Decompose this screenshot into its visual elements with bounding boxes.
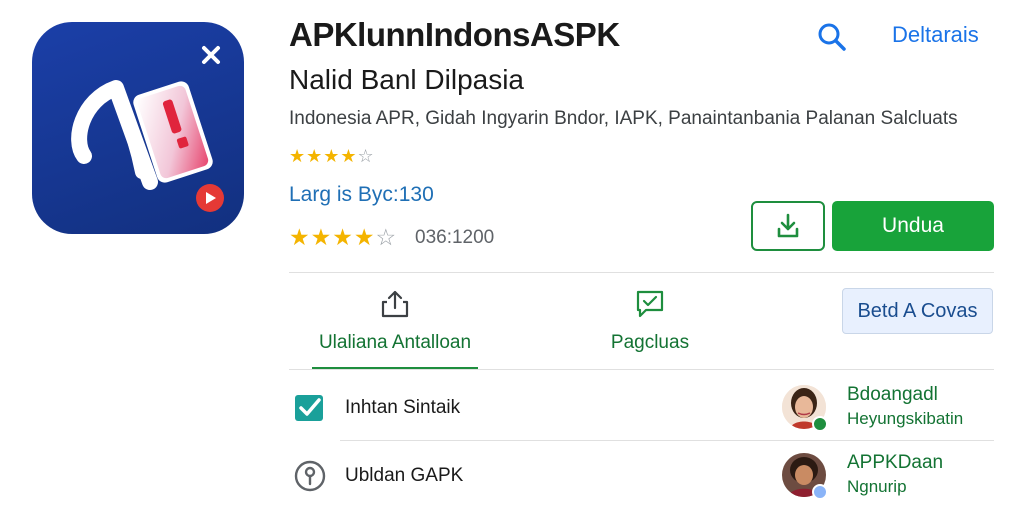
download-icon — [777, 213, 799, 238]
install-button[interactable]: Undua — [832, 201, 994, 251]
tab-share[interactable]: Ulaliana Antalloan — [312, 286, 478, 370]
rating-stars-empty: ☆ — [357, 146, 375, 166]
user-name: Bdoangadl — [847, 384, 938, 405]
checkbox-checked-icon — [293, 391, 327, 425]
status-badge-icon — [812, 484, 828, 500]
side-action-button[interactable]: Betd A Covas — [842, 288, 993, 334]
rating-stars-top: ★★★★☆ — [289, 146, 375, 167]
user-name: APPKDaan — [847, 452, 944, 473]
download-button[interactable] — [751, 201, 825, 251]
rating-stars-bottom: ★★★★☆ — [289, 224, 397, 251]
review-count: 036:1200 — [415, 227, 495, 248]
app-title: APKlunnIndonsASPK — [289, 16, 620, 53]
info-circle-icon — [293, 459, 327, 493]
tab-messages-label: Pagcluas — [610, 332, 690, 353]
share-icon — [379, 286, 411, 322]
search-icon[interactable] — [815, 20, 849, 54]
divider — [340, 440, 994, 441]
user-subtitle: Ngnurip — [847, 477, 907, 496]
app-logo-icon — [32, 22, 244, 234]
user-subtitle: Heyungskibatin — [847, 409, 964, 428]
divider — [289, 272, 994, 273]
tab-messages[interactable]: Pagcluas — [600, 286, 700, 370]
details-link[interactable]: Deltarais — [892, 22, 979, 48]
rating-stars-filled: ★★★★ — [289, 224, 376, 250]
list-item[interactable]: Inhtan Sintaik Bdoangadl Heyungskibatin — [289, 374, 994, 440]
category-line: Indonesia APR, Gidah Ingyarin Bndor, IAP… — [289, 108, 958, 129]
message-icon — [634, 286, 666, 322]
rating-stars-filled: ★★★★ — [289, 146, 358, 166]
rating-stars-empty: ☆ — [375, 224, 398, 250]
list-item-label: Inhtan Sintaik — [345, 397, 461, 418]
developer-name[interactable]: Nalid Banl Dilpasia — [289, 64, 524, 96]
online-badge-icon — [812, 416, 828, 432]
list-item[interactable]: Ubldan GAPK APPKDaan Ngnurip — [289, 442, 994, 508]
tab-share-label: Ulaliana Antalloan — [318, 332, 472, 353]
list-item-label: Ubldan GAPK — [345, 465, 464, 486]
divider — [289, 369, 994, 370]
version-line: Larg is Byc:130 — [289, 183, 434, 206]
